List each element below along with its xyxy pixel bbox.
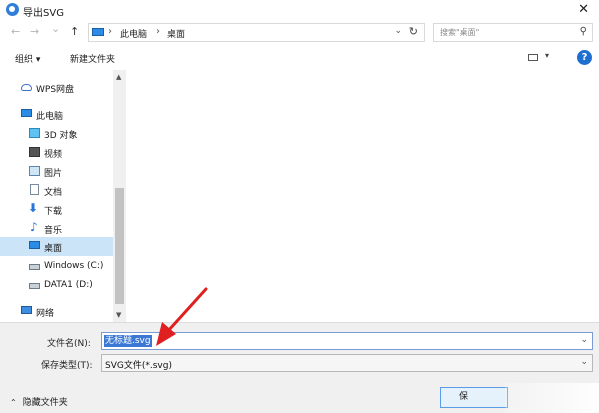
network-icon xyxy=(21,306,32,314)
sidebar-item-label: 视频 xyxy=(44,150,63,160)
recent-locations-icon[interactable]: ⌄ xyxy=(51,22,60,35)
computer-icon xyxy=(21,109,32,117)
sidebar-item-label: 文档 xyxy=(44,188,63,198)
command-toolbar: 组织 ▾ 新建文件夹 ▾ ? xyxy=(0,46,599,70)
sidebar-item-desktop[interactable]: 桌面 xyxy=(0,237,113,256)
sidebar-item-pictures[interactable]: 图片 xyxy=(0,162,113,181)
sidebar-item-label: 网络 xyxy=(36,309,55,319)
breadcrumb-separator-icon: › xyxy=(156,26,160,37)
address-bar[interactable]: › 此电脑 › 桌面 ⌄ ↻ xyxy=(88,23,425,42)
sidebar-item-this-pc[interactable]: 此电脑 xyxy=(0,105,113,124)
computer-icon xyxy=(92,28,104,36)
scroll-down-icon[interactable]: ▼ xyxy=(116,311,121,319)
desktop-icon xyxy=(29,241,40,249)
sidebar-item-label: WPS网盘 xyxy=(36,85,75,95)
sidebar-item-network[interactable]: 网络 xyxy=(0,302,113,321)
navigation-pane: WPS网盘 此电脑 3D 对象 视频 图片 文档 ⬇ 下载 ♪ 音乐 桌面 Wi… xyxy=(0,70,126,322)
filename-value[interactable]: 无标题.svg xyxy=(104,335,152,347)
sidebar-item-label: DATA1 (D:) xyxy=(44,280,93,290)
hide-folders-label: 隐藏文件夹 xyxy=(22,398,68,408)
sidebar-item-downloads[interactable]: ⬇ 下载 xyxy=(0,200,113,219)
sidebar-item-documents[interactable]: 文档 xyxy=(0,181,113,200)
watermark-overlay xyxy=(505,383,599,413)
sidebar-item-drive-c[interactable]: Windows (C:) xyxy=(0,257,113,276)
sidebar-item-label: 图片 xyxy=(44,169,63,179)
filename-dropdown-icon[interactable]: ⌄ xyxy=(580,335,588,345)
app-icon xyxy=(6,3,19,16)
new-folder-button[interactable]: 新建文件夹 xyxy=(70,52,115,65)
breadcrumb-desktop[interactable]: 桌面 xyxy=(167,27,185,40)
filetype-select[interactable]: SVG文件(*.svg) ⌄ xyxy=(101,354,593,372)
sidebar-item-videos[interactable]: 视频 xyxy=(0,143,113,162)
sidebar-item-label: Windows (C:) xyxy=(44,261,104,271)
filename-label: 文件名(N): xyxy=(47,339,91,349)
sidebar-item-wps-cloud[interactable]: WPS网盘 xyxy=(0,78,113,97)
filetype-dropdown-icon[interactable]: ⌄ xyxy=(580,357,588,367)
save-button[interactable]: 保 xyxy=(440,387,508,408)
video-icon xyxy=(29,147,40,157)
sidebar-item-drive-d[interactable]: DATA1 (D:) xyxy=(0,276,113,295)
view-options-icon[interactable] xyxy=(528,54,538,61)
sidebar-item-3d-objects[interactable]: 3D 对象 xyxy=(0,124,113,143)
filetype-label: 保存类型(T): xyxy=(41,361,93,371)
pictures-icon xyxy=(29,166,40,176)
scroll-thumb[interactable] xyxy=(115,188,124,304)
organize-menu[interactable]: 组织 ▾ xyxy=(15,52,40,65)
help-icon[interactable]: ? xyxy=(577,50,592,65)
sidebar-item-label: 音乐 xyxy=(44,226,63,236)
back-arrow-icon[interactable]: ← xyxy=(11,25,20,38)
hide-folders-toggle[interactable]: ⌃ 隐藏文件夹 xyxy=(10,395,68,408)
save-options-panel: 文件名(N): 无标题.svg ⌄ 保存类型(T): SVG文件(*.svg) … xyxy=(0,322,599,413)
sidebar-item-label: 下载 xyxy=(44,207,63,217)
download-icon: ⬇ xyxy=(28,201,39,215)
drive-icon xyxy=(29,264,40,270)
refresh-icon[interactable]: ↻ xyxy=(409,25,418,38)
sidebar-item-music[interactable]: ♪ 音乐 xyxy=(0,219,113,238)
3d-objects-icon xyxy=(29,128,40,138)
view-dropdown-icon[interactable]: ▾ xyxy=(545,51,549,60)
cloud-icon xyxy=(21,84,32,91)
scroll-up-icon[interactable]: ▲ xyxy=(116,73,121,81)
file-list-area[interactable] xyxy=(126,70,599,322)
title-bar: 导出SVG ✕ xyxy=(0,0,599,20)
sidebar-scrollbar[interactable]: ▲ ▼ xyxy=(113,70,126,322)
sidebar-item-label: 桌面 xyxy=(44,244,63,254)
up-arrow-icon[interactable]: ↑ xyxy=(70,25,79,38)
navigation-bar: ← → ⌄ ↑ › 此电脑 › 桌面 ⌄ ↻ ⚲ xyxy=(0,20,599,46)
filetype-value[interactable]: SVG文件(*.svg) xyxy=(105,358,172,371)
search-icon[interactable]: ⚲ xyxy=(580,26,587,37)
address-dropdown-icon[interactable]: ⌄ xyxy=(394,26,402,36)
drive-icon xyxy=(29,283,40,289)
sidebar-item-label: 此电脑 xyxy=(36,112,64,122)
search-box[interactable]: ⚲ xyxy=(433,23,593,42)
forward-arrow-icon[interactable]: → xyxy=(30,25,39,38)
breadcrumb-separator-icon: › xyxy=(108,26,112,37)
chevron-up-icon: ⌃ xyxy=(10,398,17,407)
close-icon[interactable]: ✕ xyxy=(578,2,589,17)
music-icon: ♪ xyxy=(30,220,38,234)
search-input[interactable] xyxy=(440,26,570,39)
documents-icon xyxy=(30,184,39,195)
window-title: 导出SVG xyxy=(23,8,64,19)
sidebar-item-label: 3D 对象 xyxy=(44,131,78,141)
breadcrumb-this-pc[interactable]: 此电脑 xyxy=(120,27,147,40)
filename-field[interactable]: 无标题.svg ⌄ xyxy=(101,332,593,350)
